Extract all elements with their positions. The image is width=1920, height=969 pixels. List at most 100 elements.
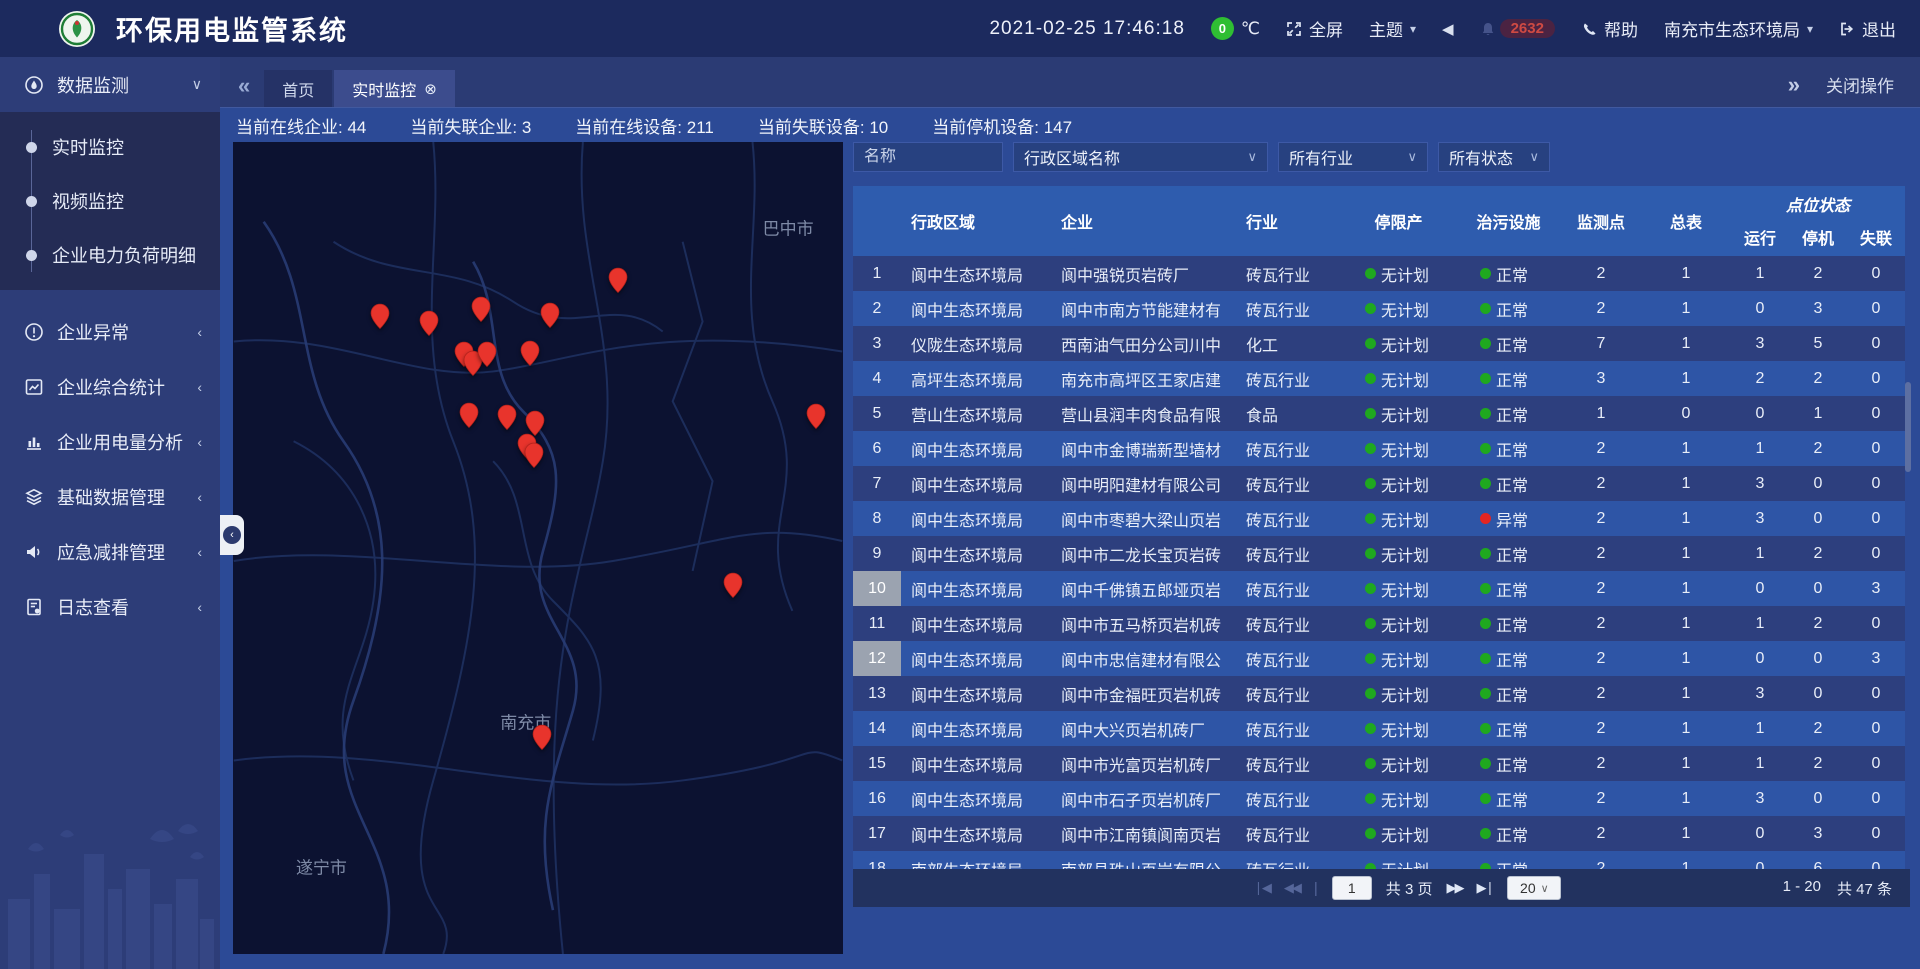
map-pin-icon[interactable]	[418, 310, 439, 342]
table-row[interactable]: 8阆中生态环境局阆中市枣碧大梁山页岩砖瓦行业无计划异常21300	[853, 501, 1905, 536]
analysis-icon	[24, 432, 44, 452]
fullscreen-button[interactable]: 全屏	[1286, 16, 1343, 41]
table-row[interactable]: 4高坪生态环境局南充市高坪区王家店建砖瓦行业无计划正常31220	[853, 361, 1905, 396]
map-pin-icon[interactable]	[476, 341, 497, 373]
help-button[interactable]: 帮助	[1581, 16, 1638, 41]
page-size-select[interactable]: 20 ∨	[1507, 876, 1561, 900]
tab-realtime-monitor[interactable]: 实时监控 ⊗	[334, 70, 455, 107]
map-pin-icon[interactable]	[532, 724, 553, 756]
industry-cell: 砖瓦行业	[1236, 746, 1341, 781]
map-pin-icon[interactable]	[523, 442, 544, 474]
table-row[interactable]: 16阆中生态环境局阆中市石子页岩机砖厂砖瓦行业无计划正常21300	[853, 781, 1905, 816]
map-pin-icon[interactable]	[520, 340, 541, 372]
col-points: 监测点	[1561, 186, 1641, 256]
status-text: 无计划	[1381, 507, 1429, 531]
table-row[interactable]: 13阆中生态环境局阆中市金福旺页岩机砖砖瓦行业无计划正常21300	[853, 676, 1905, 711]
table-row[interactable]: 3仪陇生态环境局西南油气田分公司川中化工无计划正常71350	[853, 326, 1905, 361]
map-pin-icon[interactable]	[540, 302, 561, 334]
sidebar-item-0[interactable]: 数据监测∨	[0, 57, 220, 112]
table-row[interactable]: 6阆中生态环境局阆中市金博瑞新型墙材砖瓦行业无计划正常21120	[853, 431, 1905, 466]
table-row[interactable]: 1阆中生态环境局阆中强锐页岩砖厂砖瓦行业无计划正常21120	[853, 256, 1905, 291]
status-text: 正常	[1496, 787, 1528, 811]
tab-close-icon[interactable]: ⊗	[424, 80, 437, 98]
theme-dropdown[interactable]: 主题 ▾	[1369, 16, 1416, 41]
sidebar-collapse-button[interactable]: ‹	[220, 515, 244, 555]
status-dot-icon	[1480, 268, 1491, 279]
meters-cell: 1	[1641, 256, 1731, 291]
first-page-button[interactable]: ❘◀	[1253, 880, 1270, 896]
prev-page-button[interactable]: ◀◀	[1284, 880, 1300, 896]
notification-area[interactable]: 2632	[1480, 19, 1555, 38]
status-dot-icon	[1480, 723, 1491, 734]
sidebar-subitem-0-1[interactable]: 视频监控	[0, 174, 220, 228]
table-row[interactable]: 5营山生态环境局营山县润丰肉食品有限食品无计划正常10010	[853, 396, 1905, 431]
org-caret-icon: ▾	[1807, 22, 1813, 36]
status-text: 无计划	[1381, 577, 1429, 601]
sidebar-subitem-0-0[interactable]: 实时监控	[0, 120, 220, 174]
last-page-button[interactable]: ▶❘	[1476, 880, 1493, 896]
sidebar-item-3[interactable]: 企业用电量分析‹	[0, 414, 220, 469]
tabs-scroll-left-icon[interactable]: «	[238, 75, 250, 97]
map-pin-icon[interactable]	[459, 402, 480, 434]
next-page-button[interactable]: ▶▶	[1446, 880, 1462, 896]
voice-toggle-button[interactable]: ◀	[1442, 20, 1454, 38]
logout-button[interactable]: 退出	[1839, 16, 1896, 41]
table-row[interactable]: 10阆中生态环境局阆中千佛镇五郎垭页岩砖瓦行业无计划正常21003	[853, 571, 1905, 606]
name-search-input[interactable]	[864, 148, 992, 166]
status-text: 正常	[1496, 262, 1528, 286]
tab-home-label: 首页	[282, 77, 314, 101]
meters-cell: 0	[1641, 396, 1731, 431]
horn-icon	[24, 542, 44, 562]
table-row[interactable]: 14阆中生态环境局阆中大兴页岩机砖厂砖瓦行业无计划正常21120	[853, 711, 1905, 746]
industry-cell: 砖瓦行业	[1236, 816, 1341, 851]
map-pin-icon[interactable]	[471, 296, 492, 328]
region-cell: 阆中生态环境局	[901, 431, 1051, 466]
alert-icon	[24, 322, 44, 342]
table-row[interactable]: 17阆中生态环境局阆中市江南镇阆南页岩砖瓦行业无计划正常21030	[853, 816, 1905, 851]
industry-cell: 砖瓦行业	[1236, 361, 1341, 396]
tab-home[interactable]: 首页	[264, 70, 332, 107]
sidebar-item-1[interactable]: 企业异常‹	[0, 304, 220, 359]
table-row[interactable]: 11阆中生态环境局阆中市五马桥页岩机砖砖瓦行业无计划正常21120	[853, 606, 1905, 641]
region-cell: 阆中生态环境局	[901, 676, 1051, 711]
table-row[interactable]: 9阆中生态环境局阆中市二龙长宝页岩砖砖瓦行业无计划正常21120	[853, 536, 1905, 571]
points-cell: 2	[1561, 256, 1641, 291]
close-operations-button[interactable]: 关闭操作	[1826, 72, 1894, 97]
tabs-scroll-right-icon[interactable]: »	[1788, 74, 1800, 96]
points-cell: 2	[1561, 676, 1641, 711]
table-row[interactable]: 2阆中生态环境局阆中市南方节能建材有砖瓦行业无计划正常21030	[853, 291, 1905, 326]
status-select[interactable]: 所有状态 ∨	[1438, 142, 1550, 172]
status-dot-icon	[1480, 513, 1491, 524]
lost-count-cell: 0	[1847, 256, 1905, 291]
map-pin-icon[interactable]	[370, 303, 391, 335]
name-search-field[interactable]	[853, 142, 1003, 172]
industry-select[interactable]: 所有行业 ∨	[1278, 142, 1428, 172]
org-dropdown[interactable]: 南充市生态环境局 ▾	[1664, 16, 1813, 41]
sidebar-subitem-0-2[interactable]: 企业电力负荷明细	[0, 228, 220, 282]
map-panel[interactable]: 巴中市南充市遂宁市	[233, 142, 843, 954]
table-row[interactable]: 12阆中生态环境局阆中市忠信建材有限公砖瓦行业无计划正常21003	[853, 641, 1905, 676]
status-dot-icon	[1365, 793, 1376, 804]
sidebar-item-2[interactable]: 企业综合统计‹	[0, 359, 220, 414]
sidebar-item-5[interactable]: 应急减排管理‹	[0, 524, 220, 579]
page-number-input[interactable]	[1332, 876, 1372, 900]
sidebar-item-6[interactable]: 日志查看‹	[0, 579, 220, 634]
notification-count-badge: 2632	[1500, 19, 1555, 38]
map-pin-icon[interactable]	[805, 403, 826, 435]
map-pin-icon[interactable]	[723, 572, 744, 604]
table-row[interactable]: 7阆中生态环境局阆中明阳建材有限公司砖瓦行业无计划正常21300	[853, 466, 1905, 501]
table-row[interactable]: 15阆中生态环境局阆中市光富页岩机砖厂砖瓦行业无计划正常21120	[853, 746, 1905, 781]
region-select[interactable]: 行政区域名称 ∨	[1013, 142, 1268, 172]
run-count-cell: 3	[1731, 676, 1789, 711]
col-industry: 行业	[1236, 186, 1341, 256]
stop-count-cell: 3	[1789, 816, 1847, 851]
sidebar: 数据监测∨ 实时监控视频监控企业电力负荷明细企业异常‹企业综合统计‹企业用电量分析…	[0, 57, 220, 969]
sidebar-item-4[interactable]: 基础数据管理‹	[0, 469, 220, 524]
map-pin-icon[interactable]	[496, 404, 517, 436]
table-scrollbar-thumb[interactable]	[1905, 382, 1911, 472]
lost-count-cell: 0	[1847, 431, 1905, 466]
facility-status-cell: 正常	[1456, 396, 1561, 431]
region-cell: 高坪生态环境局	[901, 361, 1051, 396]
map-pin-icon[interactable]	[607, 267, 628, 299]
facility-status-cell: 正常	[1456, 641, 1561, 676]
